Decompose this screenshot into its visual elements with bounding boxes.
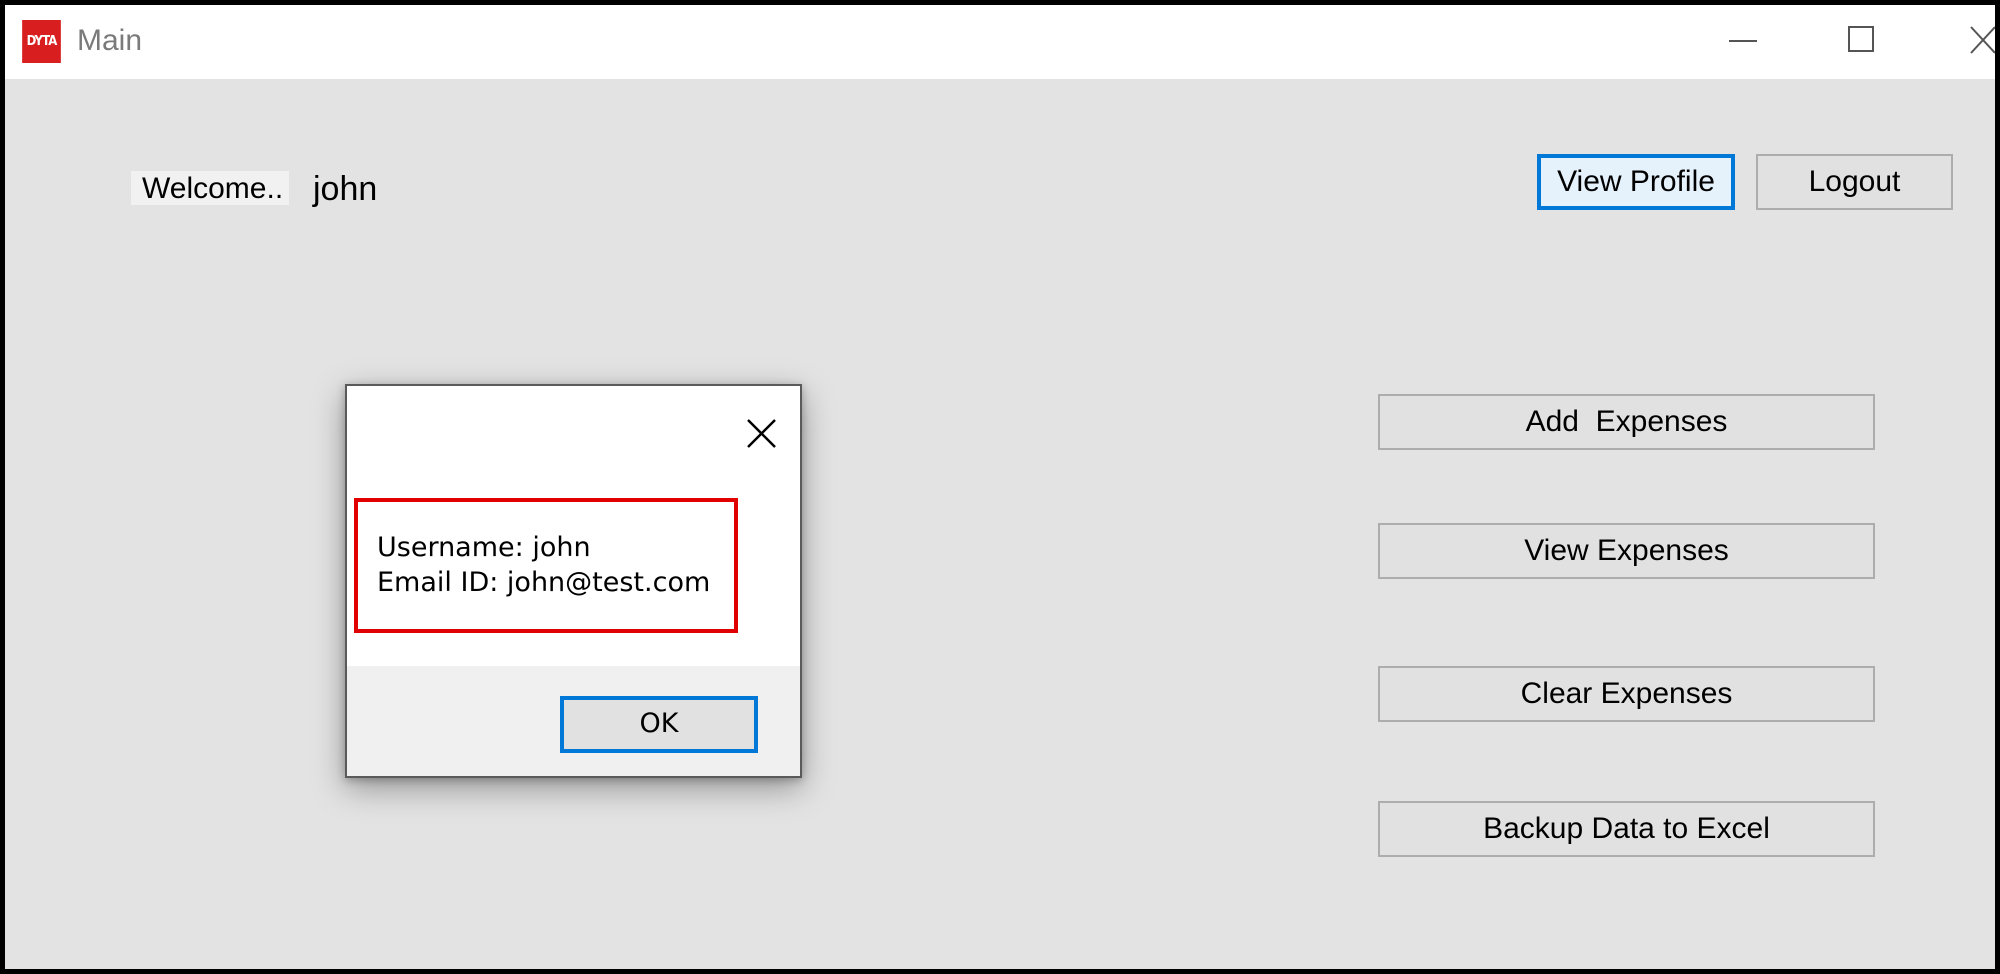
username-label: john [313, 170, 378, 208]
minimize-button[interactable] [1697, 5, 1797, 75]
backup-to-excel-button[interactable]: Backup Data to Excel [1378, 801, 1875, 857]
dialog-footer: OK [347, 666, 800, 776]
minimize-icon [1729, 40, 1757, 42]
view-profile-button[interactable]: View Profile [1537, 154, 1735, 210]
clear-expenses-button[interactable]: Clear Expenses [1378, 666, 1875, 722]
maximize-icon [1848, 26, 1874, 52]
app-logo-icon: DYTA [22, 20, 61, 63]
window-close-button[interactable] [1925, 5, 1995, 75]
ok-button[interactable]: OK [560, 696, 758, 753]
close-icon [747, 419, 776, 448]
logout-button[interactable]: Logout [1756, 154, 1953, 210]
close-icon [1970, 26, 1995, 54]
message-username: Username: john [377, 532, 591, 563]
dialog-close-button[interactable] [737, 408, 787, 458]
message-email: Email ID: john@test.com [377, 567, 711, 598]
maximize-button[interactable] [1813, 5, 1913, 75]
welcome-label: Welcome.. [131, 171, 289, 205]
profile-message-box: Username: john Email ID: john@test.com O… [345, 384, 802, 778]
main-form: Welcome.. john View Profile Logout Add E… [5, 79, 1995, 969]
add-expenses-button[interactable]: Add Expenses [1378, 394, 1875, 450]
view-expenses-button[interactable]: View Expenses [1378, 523, 1875, 579]
window-title: Main [77, 24, 143, 57]
title-bar[interactable]: DYTA Main [5, 5, 1995, 79]
main-window: DYTA Main Welcome.. john View Profile Lo… [0, 0, 2000, 974]
